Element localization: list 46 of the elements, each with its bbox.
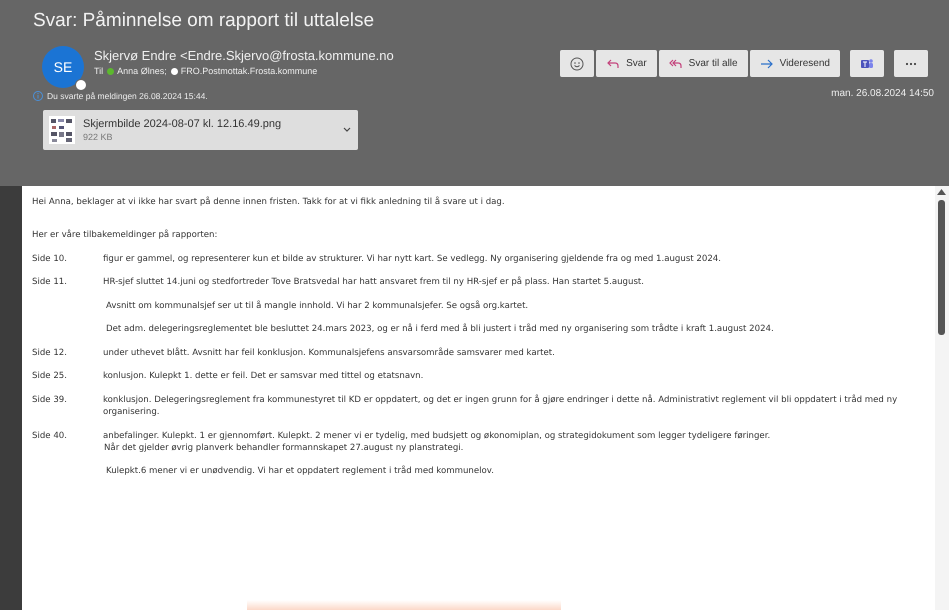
to-label: Til	[94, 66, 104, 76]
page-reference: Side 10.	[32, 252, 68, 266]
info-icon	[33, 91, 43, 101]
arrow-right-icon	[760, 56, 774, 70]
image-thumbnail-icon	[49, 116, 75, 144]
smiley-icon	[570, 56, 584, 70]
comment-text: Det adm. delegeringsreglementet ble besluttet 24.mars 2023, og er nå i ferd med å bli justert i tråd med ny organisering som trådte i kraft 1.august 2024.	[106, 324, 774, 334]
reply-all-icon	[668, 56, 683, 70]
scroll-up-icon[interactable]	[937, 189, 946, 195]
comment-text: figur er gammel, og representerer kun et bilde av strukturer. Vi har nytt kart. Se vedlegg. Ny organisering gjeldende fra og med 1.august 2024.	[103, 252, 722, 266]
caret-icon[interactable]	[342, 126, 352, 134]
attachment-size: 922 KB	[83, 132, 114, 142]
message-paragraph: Her er våre tilbakemeldinger på rapporten:	[32, 229, 218, 242]
forward-button[interactable]: Videresend	[750, 50, 840, 77]
message-date: man. 26.08.2024 14:50	[831, 88, 934, 99]
attachment-card[interactable]: Skjermbilde 2024-08-07 kl. 12.16.49.png 922 KB	[43, 110, 358, 150]
teams-button[interactable]	[850, 50, 884, 77]
attachment-name: Skjermbilde 2024-08-07 kl. 12.16.49.png	[83, 118, 282, 130]
comment-text: HR-sjef sluttet 14.juni og stedfortreder Tove Bratsvedal har hatt ansvaret frem til ny HR-sjef er på plass. Han startet 5.august.	[103, 276, 644, 289]
message-paragraph: Hei Anna, beklager at vi ikke har svart på denne innen fristen. Takk for at vi fikk anledning til å svare ut i dag.	[32, 196, 506, 208]
scroll-thumb[interactable]	[938, 200, 945, 335]
page-reference: Side 11.	[32, 276, 68, 289]
comment-text: konklusjon. Delegeringsreglement fra kommunestyret til KD er oppdatert, og det er ingen grunn for å gjøre endringer i dette nå. Administrativt reglement vil bli oppdatert i tråd med ny organisering.	[103, 394, 898, 419]
teams-icon	[860, 56, 874, 70]
comment-text: Kulepkt.6 mener vi er unødvendig. Vi har et oppdatert reglement i tråd med kommunelov.	[106, 466, 494, 476]
comment-text: Avsnitt om kommunalsjef ser ut til å mangle innhold. Vi har 2 kommunalsjefer. Se også org.kartet.	[106, 300, 528, 311]
page-reference: Side 39.	[32, 394, 68, 407]
sender-avatar: SE	[42, 46, 84, 88]
presence-dot	[75, 79, 87, 91]
page-reference: Side 40.	[32, 430, 68, 442]
page-reference: Side 12.	[32, 346, 68, 360]
sender-name: Skjervø Endre <Endre.Skjervo@frosta.kommune.no	[94, 48, 394, 63]
recipient-name[interactable]: Anna Ølnes;	[117, 66, 167, 76]
message-subject: Svar: Påminnelse om rapport til uttalelse	[33, 10, 374, 32]
reply-notice: Du svarte på meldingen 26.08.2024 15:44.	[47, 91, 208, 101]
reply-icon	[606, 56, 620, 70]
reply-all-button[interactable]: Svar til alle	[658, 50, 748, 77]
comment-text: anbefalinger. Kulepkt. 1 er gjennomført. Kulepkt. 2 mener vi er tydelig, med budsjett og økonomiplan, og strategidokument som legger tydeligere føringer.	[103, 430, 770, 442]
comment-text: konlusjon. Kulepkt 1. dette er feil. Det er samsvar med tittel og etatsnavn.	[103, 370, 424, 383]
reply-button[interactable]: Svar	[596, 50, 657, 77]
reaction-button[interactable]	[560, 50, 594, 77]
page-reference: Side 25.	[32, 370, 68, 383]
comment-text: under uthevet blått. Avsnitt har feil konklusjon. Kommunalsjefens ansvarsområde samsvarer med kartet.	[103, 346, 555, 360]
scrollbar[interactable]	[935, 186, 949, 610]
comment-text: Når det gjelder øvrig planverk behandler formannskapet 27.august ny planstrategi.	[104, 442, 464, 453]
recipient-name[interactable]: FRO.Postmottak.Frosta.kommune	[180, 66, 318, 76]
